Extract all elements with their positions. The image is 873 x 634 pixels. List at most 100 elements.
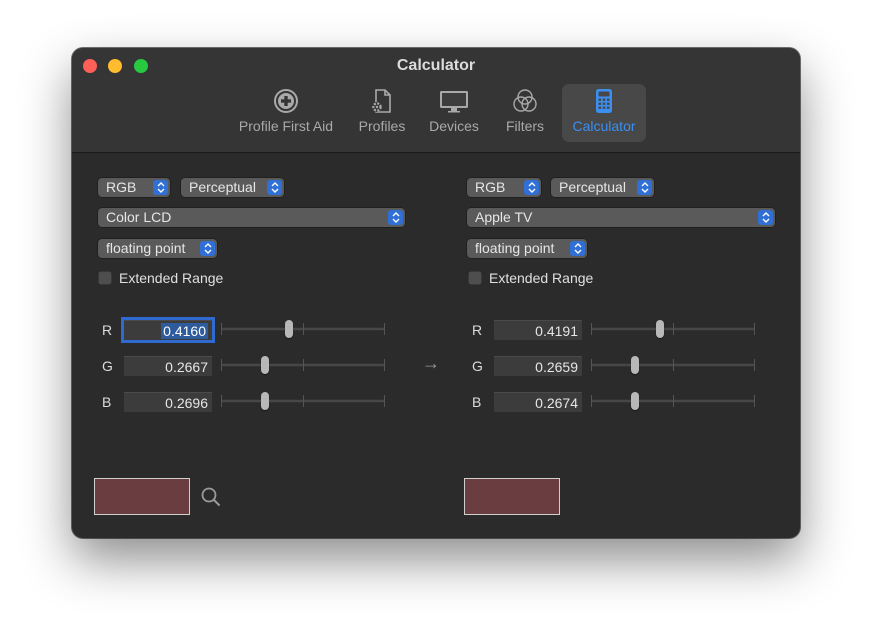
chevron-updown-icon xyxy=(637,180,652,195)
chevron-updown-icon xyxy=(200,241,215,256)
toolbar-label: Profiles xyxy=(358,118,406,134)
right-g-input[interactable]: 0.2659 xyxy=(494,356,582,376)
toolbar-label: Devices xyxy=(429,118,479,134)
slider-tick xyxy=(303,395,304,407)
right-format-value: floating point xyxy=(475,240,555,256)
slider-tick xyxy=(221,395,222,407)
slider-tick xyxy=(591,395,592,407)
left-b-value: 0.2696 xyxy=(165,395,208,411)
right-profile-value: Apple TV xyxy=(475,209,533,225)
calculator-window: Calculator Profile First Aid Profiles De… xyxy=(72,48,800,538)
slider-knob[interactable] xyxy=(631,392,639,410)
slider-tick xyxy=(591,323,592,335)
monitor-icon xyxy=(440,91,468,113)
chevron-updown-icon xyxy=(524,180,539,195)
right-color-space-popup[interactable]: RGB xyxy=(467,178,541,197)
chevron-updown-icon xyxy=(758,210,773,225)
left-intent-popup[interactable]: Perceptual xyxy=(181,178,284,197)
left-profile-value: Color LCD xyxy=(106,209,172,225)
slider-tick xyxy=(384,359,385,371)
left-channel-label: G xyxy=(102,358,113,374)
right-b-slider[interactable] xyxy=(591,391,755,411)
right-color-swatch xyxy=(464,478,560,515)
left-r-input[interactable]: 0.4160 xyxy=(124,320,212,340)
left-channel-label: R xyxy=(102,322,113,338)
window-title: Calculator xyxy=(396,57,476,74)
slider-knob[interactable] xyxy=(261,356,269,374)
left-g-input[interactable]: 0.2667 xyxy=(124,356,212,376)
right-intent-value: Perceptual xyxy=(559,179,626,195)
right-channel-label: G xyxy=(472,358,483,374)
slider-tick xyxy=(221,323,222,335)
left-color-space-popup[interactable]: RGB xyxy=(98,178,170,197)
left-extended-range-label: Extended Range xyxy=(119,270,224,286)
right-g-value: 0.2659 xyxy=(535,359,578,375)
right-g-slider[interactable] xyxy=(591,355,755,375)
right-r-input[interactable]: 0.4191 xyxy=(494,320,582,340)
chevron-updown-icon xyxy=(153,180,168,195)
left-channel-label: B xyxy=(102,394,112,410)
chevron-updown-icon xyxy=(570,241,585,256)
left-r-slider[interactable] xyxy=(221,319,385,339)
right-extended-range-label: Extended Range xyxy=(489,270,594,286)
toolbar-profiles[interactable]: Profiles xyxy=(352,84,412,142)
slider-knob[interactable] xyxy=(261,392,269,410)
left-g-slider[interactable] xyxy=(221,355,385,375)
left-g-value: 0.2667 xyxy=(165,359,208,375)
magnifier-icon[interactable] xyxy=(200,486,222,508)
toolbar-profile-first-aid[interactable]: Profile First Aid xyxy=(230,84,342,142)
chevron-updown-icon xyxy=(388,210,403,225)
right-color-space-value: RGB xyxy=(475,179,506,195)
calculator-icon xyxy=(596,89,612,113)
toolbar-label: Calculator xyxy=(572,118,636,134)
right-b-value: 0.2674 xyxy=(535,395,578,411)
checkbox-box[interactable] xyxy=(468,271,482,285)
toolbar-label: Profile First Aid xyxy=(238,118,334,134)
slider-tick xyxy=(384,323,385,335)
toolbar-calculator[interactable]: Calculator xyxy=(562,84,646,142)
slider-tick xyxy=(754,359,755,371)
left-extended-range-checkbox[interactable]: Extended Range xyxy=(98,269,223,287)
toolbar-label: Filters xyxy=(505,118,545,134)
slider-tick xyxy=(221,359,222,371)
left-color-swatch[interactable] xyxy=(94,478,190,515)
slider-knob[interactable] xyxy=(656,320,664,338)
right-r-slider[interactable] xyxy=(591,319,755,339)
slider-tick xyxy=(303,323,304,335)
toolbar-devices[interactable]: Devices xyxy=(420,84,488,142)
right-extended-range-checkbox[interactable]: Extended Range xyxy=(468,269,593,287)
slider-knob[interactable] xyxy=(285,320,293,338)
titlebar: Calculator Profile First Aid Profiles De… xyxy=(72,48,800,153)
left-b-input[interactable]: 0.2696 xyxy=(124,392,212,412)
left-format-popup[interactable]: floating point xyxy=(98,239,217,258)
left-r-value: 0.4160 xyxy=(161,323,208,339)
chevron-updown-icon xyxy=(267,180,282,195)
right-intent-popup[interactable]: Perceptual xyxy=(551,178,654,197)
right-channel-label: B xyxy=(472,394,482,410)
left-color-space-value: RGB xyxy=(106,179,137,195)
right-r-value: 0.4191 xyxy=(535,323,578,339)
slider-tick xyxy=(754,323,755,335)
slider-knob[interactable] xyxy=(631,356,639,374)
slider-tick xyxy=(384,395,385,407)
left-format-value: floating point xyxy=(106,240,186,256)
right-profile-popup[interactable]: Apple TV xyxy=(467,208,775,227)
checkbox-box[interactable] xyxy=(98,271,112,285)
left-b-slider[interactable] xyxy=(221,391,385,411)
left-profile-popup[interactable]: Color LCD xyxy=(98,208,405,227)
right-channel-label: R xyxy=(472,322,483,338)
overlapping-circles-icon xyxy=(513,89,537,112)
toolbar-filters[interactable]: Filters xyxy=(496,84,554,142)
slider-tick xyxy=(591,359,592,371)
left-intent-value: Perceptual xyxy=(189,179,256,195)
right-b-input[interactable]: 0.2674 xyxy=(494,392,582,412)
arrow-right-icon: → xyxy=(422,353,440,373)
slider-tick xyxy=(673,395,674,407)
document-gear-icon xyxy=(372,89,391,113)
slider-tick xyxy=(754,395,755,407)
plus-circle-icon xyxy=(274,89,298,113)
slider-tick xyxy=(673,323,674,335)
slider-tick xyxy=(673,359,674,371)
right-format-popup[interactable]: floating point xyxy=(467,239,587,258)
slider-tick xyxy=(303,359,304,371)
